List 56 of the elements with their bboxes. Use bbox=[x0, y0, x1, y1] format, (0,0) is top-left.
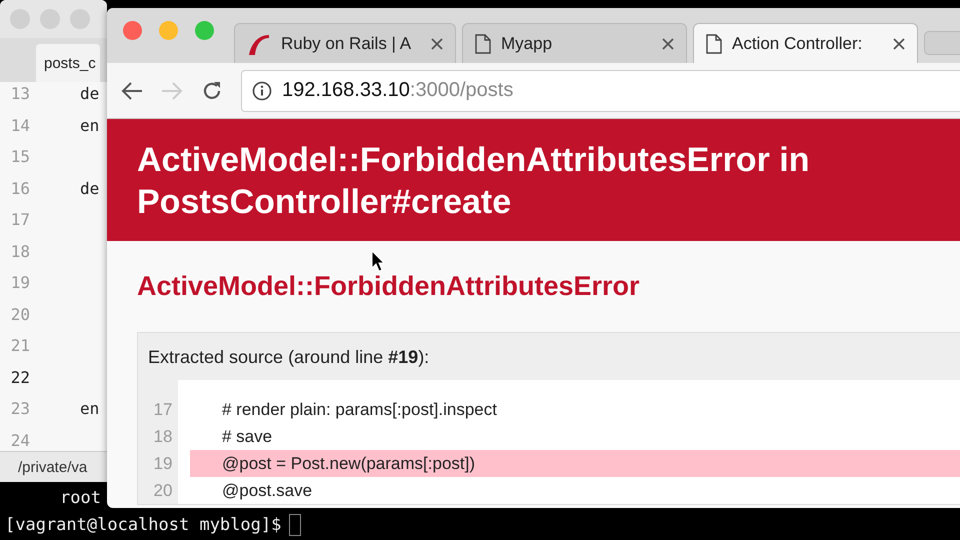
close-icon[interactable] bbox=[662, 38, 674, 50]
close-icon[interactable] bbox=[431, 38, 443, 50]
browser-tab[interactable]: Action Controller: bbox=[693, 23, 918, 63]
line-number: 14 bbox=[10, 116, 30, 135]
code-text: de bbox=[80, 84, 100, 104]
window-control-icon[interactable] bbox=[123, 21, 142, 40]
info-icon bbox=[252, 80, 272, 100]
document-icon bbox=[706, 34, 722, 54]
line-number: 17 bbox=[152, 400, 174, 420]
line-number: 15 bbox=[10, 147, 30, 166]
tab-title: Myapp bbox=[501, 34, 554, 54]
source-heading: Extracted source (around line #19): bbox=[147, 346, 430, 369]
code-line: # save bbox=[221, 426, 274, 448]
code-line: # render plain: params[:post].inspect bbox=[221, 398, 498, 420]
window-control-icon[interactable] bbox=[159, 21, 178, 40]
tab-title: Ruby on Rails | A bbox=[281, 34, 412, 54]
browser-tab[interactable]: Ruby on Rails | A bbox=[234, 23, 456, 63]
line-number: 13 bbox=[10, 84, 30, 104]
file-path: /private/va bbox=[0, 451, 107, 482]
window-control-icon[interactable] bbox=[195, 21, 214, 40]
line-number: 20 bbox=[152, 480, 174, 500]
close-icon[interactable] bbox=[893, 38, 905, 50]
back-arrow-icon[interactable] bbox=[121, 80, 143, 100]
line-number: 21 bbox=[10, 336, 30, 356]
terminal-text: root bbox=[60, 488, 101, 508]
tab-title: Action Controller: bbox=[732, 34, 864, 54]
line-number: 22 bbox=[10, 368, 30, 387]
browser-tab[interactable]: Myapp bbox=[462, 23, 687, 63]
line-number: 17 bbox=[10, 210, 30, 230]
rails-logo-icon bbox=[247, 32, 271, 54]
mouse-pointer-icon bbox=[371, 250, 385, 272]
editor-tab[interactable]: posts_c bbox=[36, 44, 100, 82]
line-number: 24 bbox=[10, 430, 30, 450]
url-host: 192.168.33.10 bbox=[282, 79, 410, 102]
line-number: 18 bbox=[10, 242, 30, 261]
address-bar[interactable]: 192.168.33.10:3000/posts bbox=[241, 70, 960, 112]
line-number: 16 bbox=[10, 178, 30, 198]
code-text: en bbox=[80, 399, 100, 418]
document-icon bbox=[475, 34, 491, 54]
terminal-prompt: [vagrant@localhost myblog]$ bbox=[5, 515, 282, 535]
code-text: de bbox=[80, 178, 100, 198]
forward-arrow-icon[interactable] bbox=[161, 80, 183, 100]
code-text: en bbox=[80, 116, 100, 135]
new-tab-button[interactable] bbox=[924, 31, 960, 55]
line-number: 20 bbox=[10, 304, 30, 324]
line-number: 18 bbox=[152, 426, 174, 446]
error-subtitle: ActiveModel::ForbiddenAttributesError bbox=[137, 271, 641, 302]
error-title: PostsController#create bbox=[137, 182, 512, 223]
error-title: ActiveModel::ForbiddenAttributesError in bbox=[137, 140, 810, 181]
text-cursor-icon bbox=[289, 514, 302, 536]
line-number: 19 bbox=[10, 273, 30, 292]
url-path: :3000/posts bbox=[410, 79, 514, 102]
reload-icon[interactable] bbox=[201, 80, 223, 102]
line-number: 19 bbox=[152, 454, 174, 474]
code-line: @post.save bbox=[221, 480, 314, 502]
line-number: 23 bbox=[10, 399, 30, 418]
